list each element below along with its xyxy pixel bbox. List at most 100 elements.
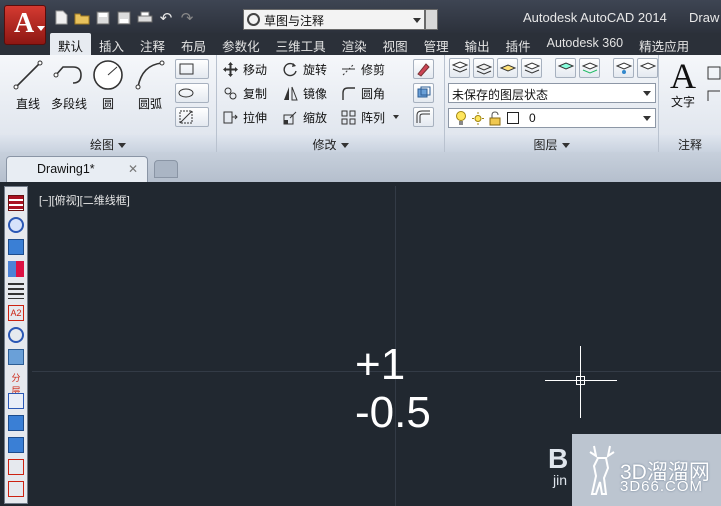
layer-more-button[interactable]	[637, 58, 658, 78]
overlay-value-2: -0.5	[355, 388, 431, 437]
fillet-button[interactable]: 圆角	[341, 83, 385, 103]
arc-tool-icon[interactable]	[8, 459, 24, 475]
rotate-button[interactable]: 旋转	[283, 59, 327, 79]
tab-plugins[interactable]: 插件	[498, 33, 539, 55]
save-icon[interactable]	[94, 9, 112, 26]
document-tab-bar: Drawing1* ✕	[0, 152, 721, 182]
tab-view[interactable]: 视图	[375, 33, 416, 55]
ellipse-button[interactable]	[175, 83, 209, 103]
draw-group: 直线 多段线 圆 圆弧 绘图	[0, 55, 217, 152]
rectangle-button[interactable]	[175, 59, 209, 79]
tab-parametric[interactable]: 参数化	[214, 33, 268, 55]
annotation-extra-icon-2[interactable]	[707, 85, 721, 105]
document-tab[interactable]: Drawing1* ✕	[6, 156, 148, 182]
layer-split-icon[interactable]: 分层	[8, 371, 24, 396]
copy-icon	[223, 86, 238, 101]
text-style-icon[interactable]: A2	[8, 305, 24, 321]
autocad-window: ↶ ↷ 草图与注释 Autodesk AutoCAD 2014 Draw A 默…	[0, 0, 721, 506]
filter-icon[interactable]	[8, 393, 24, 409]
new-icon[interactable]	[52, 9, 70, 26]
tab-autodesk-360[interactable]: Autodesk 360	[539, 33, 631, 55]
layer-match-button[interactable]	[555, 58, 576, 78]
layer-freeze-button[interactable]	[579, 58, 600, 78]
plot-icon[interactable]	[136, 9, 154, 26]
lightbulb-icon	[455, 111, 467, 129]
tab-default[interactable]: 默认	[50, 33, 92, 55]
undo-icon[interactable]: ↶	[157, 9, 175, 27]
search-icon[interactable]	[8, 327, 24, 343]
help-icon[interactable]	[8, 217, 24, 233]
corner-icon[interactable]	[8, 481, 24, 497]
xy-icon[interactable]	[8, 437, 24, 453]
layer-state-combo[interactable]: 未保存的图层状态	[448, 83, 656, 103]
arc-icon	[134, 59, 166, 91]
circle-button[interactable]: 圆	[88, 59, 128, 112]
palette-toolbar: A2 分层	[4, 186, 28, 504]
properties-icon[interactable]	[8, 195, 24, 211]
tab-insert[interactable]: 插入	[91, 33, 132, 55]
trim-button[interactable]: 修剪	[341, 59, 385, 79]
tab-layout[interactable]: 布局	[173, 33, 214, 55]
hatch-button[interactable]	[175, 107, 209, 127]
copy-button[interactable]: 复制	[223, 83, 267, 103]
tab-3d-tools[interactable]: 三维工具	[268, 33, 334, 55]
application-menu-button[interactable]: A	[4, 5, 46, 45]
text-button[interactable]: A 文字	[665, 56, 701, 110]
chevron-down-icon	[643, 116, 651, 121]
mirror-icon	[283, 86, 298, 101]
list-icon[interactable]	[8, 283, 24, 299]
ribbon-panel: 直线 多段线 圆 圆弧 绘图 移动 旋转 修剪 复制 镜像 圆角 拉伸 缩放 阵…	[0, 55, 721, 152]
customize-qat-button[interactable]	[425, 9, 438, 30]
array-button[interactable]: 阵列	[341, 107, 400, 127]
tab-manage[interactable]: 管理	[416, 33, 457, 55]
annotation-group: A 文字 注释	[659, 55, 721, 152]
arc-button[interactable]: 圆弧	[130, 59, 170, 112]
layer-state-value: 未保存的图层状态	[452, 88, 549, 102]
close-icon[interactable]: ✕	[128, 162, 138, 176]
viewport-controls[interactable]: [−][俯视][二维线框]	[39, 192, 130, 208]
layers-group-title[interactable]: 图层	[445, 135, 658, 152]
tab-annotate[interactable]: 注释	[132, 33, 173, 55]
workspace-switcher[interactable]: 草图与注释	[243, 9, 425, 30]
rotate-icon	[283, 62, 298, 77]
tab-render[interactable]: 渲染	[334, 33, 375, 55]
erase-button[interactable]	[413, 59, 434, 79]
annotation-extra-icon-1[interactable]	[707, 63, 721, 83]
arc-label: 圆弧	[137, 97, 162, 111]
open-icon[interactable]	[73, 9, 91, 26]
layer-properties-button[interactable]	[449, 58, 470, 78]
layer-name-value: 0	[529, 111, 536, 125]
layer-off-button[interactable]	[497, 58, 518, 78]
modify-group-title[interactable]: 修改	[217, 135, 444, 152]
explode-button[interactable]	[413, 83, 434, 103]
move-button[interactable]: 移动	[223, 59, 267, 79]
polyline-button[interactable]: 多段线	[47, 59, 91, 112]
layer-combo[interactable]: 0	[448, 108, 656, 128]
annotation-group-title[interactable]: 注释	[659, 135, 721, 152]
new-document-tab-button[interactable]	[154, 160, 178, 178]
overlay-value-1: +1	[355, 340, 406, 389]
layer-walk-button[interactable]	[613, 58, 634, 78]
offset-button[interactable]	[413, 107, 434, 127]
tab-output[interactable]: 输出	[457, 33, 498, 55]
gear-icon	[247, 13, 260, 26]
block-icon[interactable]	[8, 239, 24, 255]
draw-group-title[interactable]: 绘图	[0, 135, 216, 152]
tab-featured-apps[interactable]: 精选应用	[631, 33, 697, 55]
line-icon	[12, 59, 44, 91]
text-a-icon: A	[670, 56, 696, 96]
layer-iso-button[interactable]	[521, 58, 542, 78]
saveas-icon[interactable]	[115, 9, 133, 26]
stretch-button[interactable]: 拉伸	[223, 107, 267, 127]
line-button[interactable]: 直线	[8, 59, 48, 112]
array-icon	[341, 110, 356, 125]
redo-icon[interactable]: ↷	[178, 9, 196, 27]
mirror-button[interactable]: 镜像	[283, 83, 327, 103]
design-center-icon[interactable]	[8, 261, 24, 277]
stretch-icon	[223, 110, 238, 125]
cube-icon[interactable]	[8, 349, 24, 365]
layer-state-button[interactable]	[473, 58, 494, 78]
scale-button[interactable]: 缩放	[283, 107, 327, 127]
table-icon[interactable]	[8, 415, 24, 431]
title-bar: ↶ ↷ 草图与注释 Autodesk AutoCAD 2014 Draw	[0, 0, 721, 33]
